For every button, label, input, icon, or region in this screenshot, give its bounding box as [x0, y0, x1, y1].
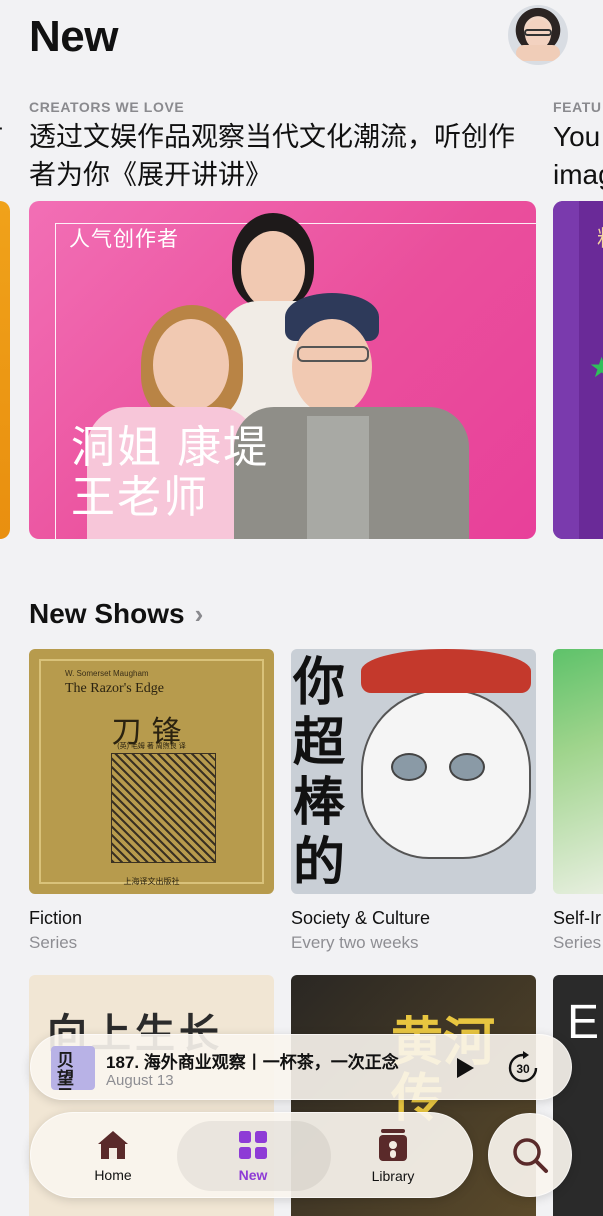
featured-title[interactable]: 透过文娱作品观察当代文化潮流，听创作者为你《展开讲讲》	[29, 118, 537, 194]
show-name: Self-Ir	[553, 908, 602, 928]
featured-card-next[interactable]: 粘 ★ 另	[553, 201, 603, 539]
show-subtitle: Series	[553, 933, 602, 952]
show-subtitle: Series	[29, 933, 78, 952]
artwork-text: 贝望录	[57, 1051, 74, 1091]
featured-card-prev[interactable]	[0, 201, 10, 539]
card-names: 洞姐 康堤 王老师	[71, 423, 269, 523]
skip-forward-30-icon: 30	[508, 1051, 538, 1083]
search-button[interactable]	[488, 1113, 572, 1197]
card-names-line1: 洞姐 康堤	[71, 423, 270, 472]
library-icon	[379, 1129, 407, 1161]
art-publisher: 上海译文出版社	[123, 877, 180, 886]
show-subtitle: Every two weeks	[291, 933, 419, 952]
tab-label: Library	[371, 1168, 415, 1184]
tab-new[interactable]: New	[193, 1113, 313, 1199]
avatar-hands	[516, 45, 560, 61]
now-playing-date: August 13	[106, 1072, 174, 1089]
skip-forward-30-button[interactable]: 30	[505, 1050, 541, 1086]
play-button[interactable]	[449, 1053, 479, 1083]
tab-label: New	[238, 1167, 268, 1183]
grid-icon	[239, 1131, 267, 1159]
star-icon: ★	[589, 352, 603, 383]
art-author: W. Somerset Maugham	[65, 669, 149, 678]
art-text: 你超棒的	[293, 654, 346, 892]
card-tag: 人气创作者	[69, 228, 179, 251]
art-illustration	[111, 753, 216, 863]
new-shows-header[interactable]: New Shows ›	[29, 598, 203, 630]
art-title-en: The Razor's Edge	[65, 681, 164, 696]
show-name: Society & Culture	[291, 908, 431, 928]
page-title: New	[29, 12, 118, 61]
cat-eye	[391, 753, 427, 781]
account-avatar[interactable]	[508, 5, 568, 65]
tab-label: Home	[94, 1167, 132, 1183]
cat-illustration	[361, 689, 531, 859]
avatar-glasses	[524, 29, 552, 36]
art-border: W. Somerset Maugham The Razor's Edge 刀锋 …	[39, 659, 264, 886]
featured-title-next-line2: imag	[553, 159, 603, 190]
house-icon	[98, 1131, 128, 1159]
show-card[interactable]: Self-Ir Series	[553, 649, 603, 953]
left-peek-title: Ŧ	[0, 118, 3, 156]
show-artwork	[553, 649, 603, 894]
cat-hat	[361, 649, 531, 693]
card-names-line2: 王老师	[71, 473, 209, 522]
search-icon	[513, 1138, 548, 1173]
show-card[interactable]: W. Somerset Maugham The Razor's Edge 刀锋 …	[29, 649, 274, 953]
card-stripe	[553, 201, 579, 539]
now-playing-title: 187. 海外商业观察丨一杯茶，一次正念	[106, 1053, 399, 1072]
mini-player[interactable]: 贝望录 187. 海外商业观察丨一杯茶，一次正念 August 13 30	[30, 1034, 572, 1100]
now-playing-artwork: 贝望录	[51, 1046, 95, 1090]
section-title: New Shows	[29, 598, 185, 629]
art-credits: (英) 毛姆 著 周煦良 译	[117, 743, 186, 750]
svg-text:30: 30	[516, 1062, 530, 1076]
tab-bar: Home New Library	[30, 1112, 473, 1198]
show-name: Fiction	[29, 908, 83, 928]
featured-eyebrow-next: FEATU	[553, 99, 602, 115]
cat-eye	[449, 753, 485, 781]
show-card[interactable]: 你超棒的 Society & Culture Every two weeks	[291, 649, 536, 953]
featured-title-next-line1: You	[553, 121, 601, 152]
featured-eyebrow: CREATORS WE LOVE	[29, 99, 185, 115]
chevron-right-icon: ›	[194, 598, 204, 629]
tab-library[interactable]: Library	[333, 1113, 453, 1199]
featured-card[interactable]: 人气创作者 洞姐 康堤 王老师	[29, 201, 536, 539]
show-artwork: 你超棒的	[291, 649, 536, 894]
art-text: E	[567, 996, 600, 1049]
tab-home[interactable]: Home	[53, 1113, 173, 1199]
show-artwork: W. Somerset Maugham The Razor's Edge 刀锋 …	[29, 649, 274, 894]
card-glyph: 粘	[597, 221, 603, 253]
play-icon	[457, 1058, 474, 1078]
